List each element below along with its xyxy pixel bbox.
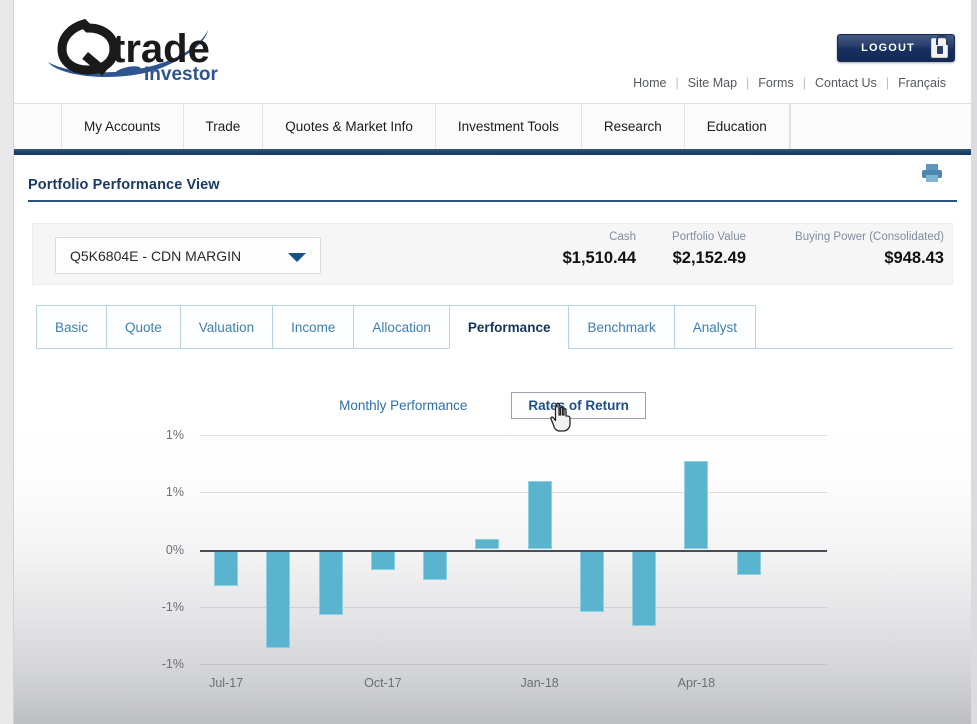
utility-link-contact-us[interactable]: Contact Us (806, 76, 886, 90)
nav-spacer-right (790, 104, 971, 149)
nav-item-research[interactable]: Research (582, 104, 685, 149)
lock-icon (931, 38, 948, 58)
account-summary-bar: Q5K6804E - CDN MARGIN Cash $1,510.44 Por… (32, 223, 953, 285)
rates-of-return-button[interactable]: Rates of Return (511, 392, 646, 419)
main-navigation: My Accounts Trade Quotes & Market Info I… (14, 103, 971, 149)
chart-bar[interactable] (423, 550, 447, 581)
utility-link-site-map[interactable]: Site Map (679, 76, 746, 90)
page-right-edge (971, 0, 977, 724)
page-left-edge (0, 0, 14, 724)
nav-item-quotes-market-info[interactable]: Quotes & Market Info (263, 104, 436, 149)
nav-spacer-left (14, 104, 62, 149)
svg-text:Investor: Investor (144, 64, 219, 85)
print-icon[interactable] (921, 163, 943, 183)
chart-y-tick-label: 1% (166, 428, 184, 442)
utility-nav: Home | Site Map | Forms | Contact Us | F… (624, 76, 955, 90)
chart-gridline (200, 492, 827, 493)
performance-chart: 1% 1% 0% -1% -1% Jul-17 Oct-17 Jan-18 Apr-18 (14, 425, 971, 724)
stat-cash-label: Cash (563, 231, 636, 243)
utility-link-francais[interactable]: Français (889, 76, 955, 90)
site-header: trade Investor LOGOUT Home | Site Map | … (14, 0, 971, 103)
chart-x-tick-label: Apr-18 (678, 676, 716, 690)
browser-page: trade Investor LOGOUT Home | Site Map | … (0, 0, 977, 724)
chart-gridline (200, 664, 827, 665)
stat-buying-power-label: Buying Power (Consolidated) (795, 231, 944, 243)
nav-item-investment-tools[interactable]: Investment Tools (436, 104, 582, 149)
chart-gridline (200, 435, 827, 436)
tab-analyst[interactable]: Analyst (674, 305, 756, 349)
chart-bar[interactable] (475, 539, 499, 549)
chart-bar[interactable] (580, 550, 604, 613)
logout-button[interactable]: LOGOUT (837, 34, 955, 62)
title-underline (28, 200, 957, 202)
stat-cash-value: $1,510.44 (563, 249, 636, 268)
performance-subtoggle: Monthly Performance Rates of Return (14, 391, 971, 419)
chart-y-tick-label: -1% (162, 657, 184, 671)
stat-portfolio-value-label: Portfolio Value (672, 231, 746, 243)
chart-zero-axis (200, 550, 827, 552)
chart-bar[interactable] (684, 461, 708, 549)
stat-cash: Cash $1,510.44 (563, 231, 636, 268)
chart-y-tick-label: -1% (162, 600, 184, 614)
content-area: Portfolio Performance View Q5K6804E - CD… (14, 155, 971, 724)
page-title: Portfolio Performance View (28, 177, 220, 193)
chart-x-tick-label: Oct-17 (364, 676, 402, 690)
qtrade-investor-logo[interactable]: trade Investor (40, 18, 230, 86)
chart-gridline (200, 607, 827, 608)
chart-x-tick-label: Jan-18 (521, 676, 559, 690)
stat-portfolio-value: Portfolio Value $2,152.49 (672, 231, 746, 268)
chart-y-tick-label: 0% (166, 543, 184, 557)
chart-x-tick-label: Jul-17 (209, 676, 243, 690)
chart-bar[interactable] (319, 550, 343, 615)
chart-bar[interactable] (737, 550, 761, 575)
view-tabs: Basic Quote Valuation Income Allocation … (36, 305, 953, 349)
tab-valuation[interactable]: Valuation (180, 305, 273, 349)
account-select-value: Q5K6804E - CDN MARGIN (70, 248, 241, 264)
tab-basic[interactable]: Basic (36, 305, 107, 349)
utility-link-home[interactable]: Home (624, 76, 675, 90)
tab-quote[interactable]: Quote (106, 305, 181, 349)
tab-performance[interactable]: Performance (449, 305, 570, 349)
tab-income[interactable]: Income (272, 305, 354, 349)
nav-item-my-accounts[interactable]: My Accounts (62, 104, 184, 149)
stat-portfolio-value-value: $2,152.49 (672, 249, 746, 268)
logout-label: LOGOUT (861, 42, 931, 54)
monthly-performance-link[interactable]: Monthly Performance (339, 398, 467, 413)
tab-benchmark[interactable]: Benchmark (568, 305, 674, 349)
nav-item-trade[interactable]: Trade (184, 104, 264, 149)
chart-plot-area: 1%1%0%-1%-1%Jul-17Oct-17Jan-18Apr-18 (200, 435, 827, 664)
tab-allocation[interactable]: Allocation (353, 305, 450, 349)
stat-buying-power-value: $948.43 (795, 249, 944, 268)
nav-item-education[interactable]: Education (685, 104, 790, 149)
chart-bar[interactable] (266, 550, 290, 648)
chart-bar[interactable] (528, 481, 552, 550)
chart-bar[interactable] (214, 550, 238, 587)
chart-bar[interactable] (371, 550, 395, 571)
utility-link-forms[interactable]: Forms (749, 76, 802, 90)
tabs-filler (755, 305, 953, 349)
account-select[interactable]: Q5K6804E - CDN MARGIN (55, 237, 321, 274)
chart-bar[interactable] (632, 550, 656, 627)
chart-y-tick-label: 1% (166, 485, 184, 499)
stat-buying-power: Buying Power (Consolidated) $948.43 (795, 231, 944, 268)
chevron-down-icon (288, 253, 306, 262)
